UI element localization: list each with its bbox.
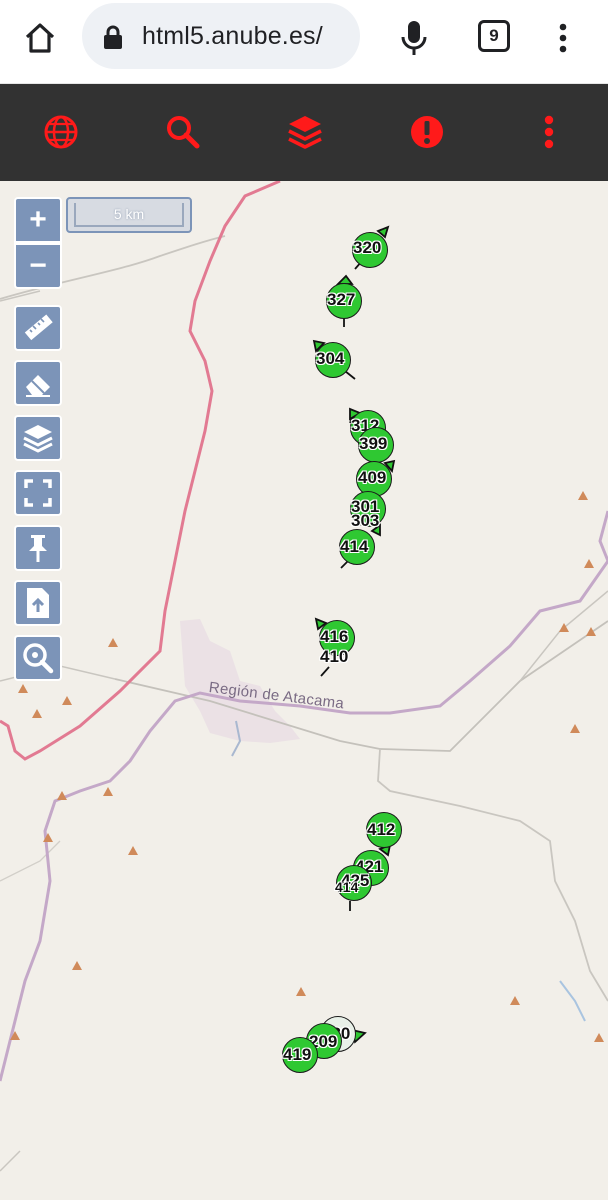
zoom-search-icon [23, 643, 54, 674]
app-menu-button[interactable] [529, 112, 569, 152]
app-toolbar [0, 84, 608, 181]
erase-button[interactable] [14, 360, 62, 406]
alert-icon [411, 116, 443, 148]
zoom-in-button[interactable]: + [14, 197, 62, 243]
station-label: 412 [367, 820, 396, 839]
voice-search-button[interactable] [396, 16, 432, 60]
search-icon [167, 116, 200, 149]
minus-icon: − [29, 249, 47, 282]
more-vert-icon [544, 115, 554, 149]
map-view[interactable]: 320 327 304 312 399 409 301 303 414 416 … [0, 181, 608, 1200]
station-label: 399 [359, 434, 388, 453]
alerts-button[interactable] [407, 112, 447, 152]
home-icon [25, 23, 55, 53]
measure-button[interactable] [14, 305, 62, 351]
pin-icon [29, 535, 47, 562]
layers-icon [288, 116, 322, 149]
peak-markers [10, 491, 604, 1042]
home-button[interactable] [20, 18, 60, 58]
pin-button[interactable] [14, 525, 62, 571]
layers-button[interactable] [285, 112, 325, 152]
scale-bar: 5 km [66, 197, 192, 233]
globe-icon [44, 115, 78, 149]
station-label: 414 [340, 537, 369, 556]
ruler-icon [24, 314, 53, 341]
address-bar[interactable]: html5.anube.es/ [82, 3, 360, 69]
layers-icon [23, 425, 53, 453]
search-button[interactable] [163, 112, 203, 152]
scale-label: 5 km [74, 203, 184, 227]
app: html5.anube.es/ 9 320 327 304 312 399 40… [0, 0, 608, 1200]
station-label: 410 [320, 647, 349, 666]
eraser-icon [26, 375, 50, 397]
station-label: 303 [351, 511, 380, 530]
browser-menu-button[interactable] [552, 18, 574, 58]
lock-icon [104, 25, 122, 49]
file-upload-icon [27, 588, 49, 618]
tab-count: 9 [489, 26, 499, 45]
globe-button[interactable] [41, 112, 81, 152]
tab-switcher-button[interactable]: 9 [478, 20, 510, 52]
upload-file-button[interactable] [14, 580, 62, 626]
url-text: html5.anube.es/ [142, 22, 323, 50]
microphone-icon [401, 21, 427, 55]
station-label: 304 [316, 349, 345, 368]
station-label: 419 [283, 1045, 312, 1064]
fullscreen-button[interactable] [14, 470, 62, 516]
plus-icon: + [29, 203, 47, 236]
station-label: 416 [320, 627, 349, 646]
zoom-out-button[interactable]: − [14, 243, 62, 289]
station-label: 327 [327, 290, 356, 309]
station-label: 320 [353, 238, 382, 257]
station-label: 414 [335, 879, 359, 895]
station-label: 409 [358, 468, 387, 487]
fullscreen-icon [24, 479, 52, 507]
more-vert-icon [559, 23, 567, 53]
layers-control-button[interactable] [14, 415, 62, 461]
zoom-search-button[interactable] [14, 635, 62, 681]
browser-bar: html5.anube.es/ 9 [0, 0, 608, 84]
